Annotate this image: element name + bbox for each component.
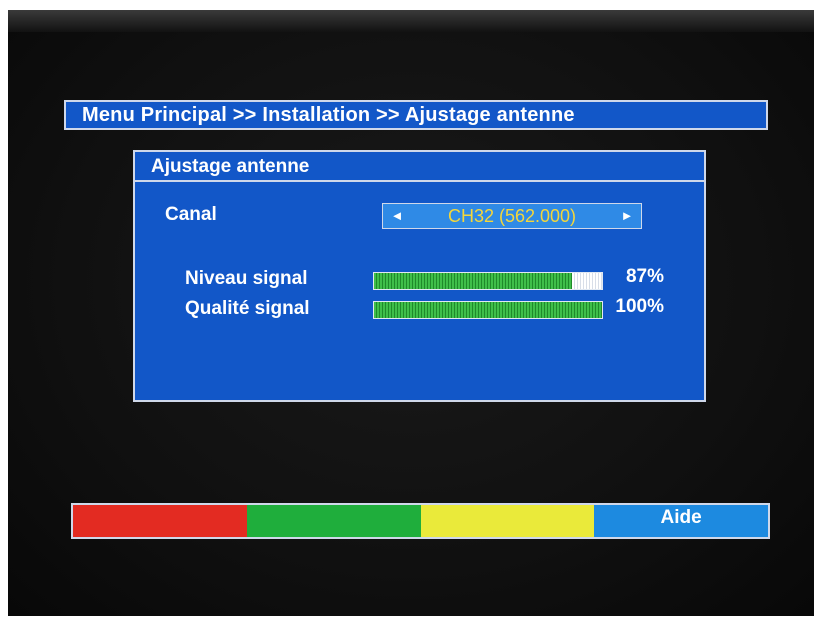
panel-title: Ajustage antenne [135,152,704,182]
channel-value: CH32 (562.000) [447,206,577,226]
signal-level-label: Niveau signal [185,268,308,289]
triangle-left-icon[interactable]: ◄ [389,208,405,224]
signal-quality-bar [373,301,603,319]
help-key-button[interactable]: Aide [594,505,768,537]
signal-quality-label: Qualité signal [185,298,310,319]
signal-quality-percent: 100% [615,296,664,317]
color-key-bar: Aide [71,503,770,539]
signal-level-percent: 87% [625,266,664,287]
yellow-key-button[interactable] [420,505,595,537]
help-key-label: Aide [660,507,702,528]
green-key-button[interactable] [246,505,421,537]
breadcrumb: Menu Principal >> Installation >> Ajusta… [64,100,768,130]
antenna-adjust-panel: Ajustage antenne Canal ◄ CH32 (562.000) … [133,150,706,402]
canal-label: Canal [165,204,217,225]
screen-top-edge [8,10,814,32]
signal-level-empty [572,273,602,289]
signal-level-bar [373,272,603,290]
channel-selector[interactable]: ◄ CH32 (562.000) ► [382,203,642,229]
red-key-button[interactable] [73,505,247,537]
triangle-right-icon[interactable]: ► [619,208,635,224]
signal-quality-fill [374,302,602,318]
signal-level-fill [374,273,573,289]
